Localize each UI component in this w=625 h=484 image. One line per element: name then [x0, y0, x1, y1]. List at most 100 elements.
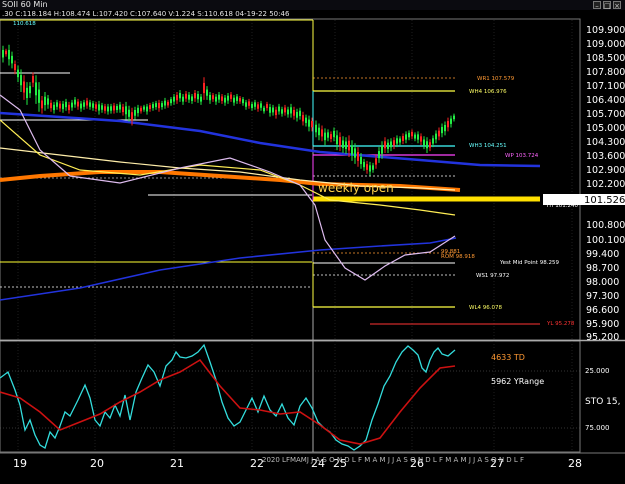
candle-body	[113, 105, 115, 111]
price-tick-label: 100.100	[586, 235, 625, 246]
candle-body	[315, 124, 317, 133]
candle-body	[414, 134, 416, 139]
candle-body	[194, 93, 196, 99]
candle-body	[170, 99, 172, 104]
candle-body	[299, 110, 301, 117]
candle-body	[131, 112, 133, 121]
candle-body	[182, 96, 184, 102]
level-wh4: WH4 106.976	[469, 89, 507, 95]
price-tick-label: 105.700	[586, 109, 625, 120]
candle-body	[128, 109, 130, 117]
candle-body	[257, 104, 259, 109]
candle-body	[98, 104, 100, 111]
price-tick-label: 109.000	[586, 39, 625, 50]
candle-body	[318, 127, 320, 136]
candle-body	[224, 97, 226, 103]
level-wr1: WR1 107.579	[477, 76, 515, 82]
candle-body	[215, 96, 217, 102]
candle-body	[158, 102, 160, 109]
candle-body	[71, 102, 73, 108]
candle-body	[83, 102, 85, 107]
sto-label: STO 15,	[585, 397, 620, 407]
price-tick-label: 103.600	[586, 151, 625, 162]
candle-body	[47, 98, 49, 105]
candle-body	[399, 138, 401, 143]
candle-body	[197, 93, 199, 100]
price-tick-label: 95.200	[586, 332, 619, 343]
candle-body	[53, 104, 55, 111]
level-ws1: WS1 97.972	[476, 273, 509, 279]
candle-body	[173, 96, 175, 102]
candle-body	[218, 94, 220, 100]
month-strip: 2020 LFMAMJ J A S O N D L F M A M J J A …	[262, 456, 524, 464]
level-wp: WP 103.724	[505, 153, 539, 159]
candle-body	[444, 124, 446, 132]
candle-body	[327, 132, 329, 138]
level-wl4: WL4 96.078	[469, 305, 502, 311]
price-tick-label: 106.400	[586, 95, 625, 106]
weekly-open-label: weekly open	[318, 181, 394, 195]
candle-body	[188, 94, 190, 100]
candle-body	[209, 94, 211, 101]
candle-body	[26, 87, 28, 99]
time-tick-label: 20	[90, 457, 104, 470]
candle-body	[110, 106, 112, 111]
candle-body	[203, 82, 205, 94]
candle-body	[44, 96, 46, 106]
price-tick-label: 97.300	[586, 291, 619, 302]
candle-body	[369, 165, 371, 172]
price-chart[interactable]: 109.900 109.000 108.500 107.800 107.100 106.4…	[0, 0, 625, 484]
price-tick-label: 107.800	[586, 67, 625, 78]
candle-body	[305, 117, 307, 123]
candle-body	[140, 107, 142, 112]
candle-body	[387, 142, 389, 149]
candle-body	[324, 132, 326, 141]
candle-body	[155, 103, 157, 108]
candle-body	[354, 148, 356, 158]
candle-body	[269, 107, 271, 113]
candle-body	[447, 121, 449, 128]
candle-body	[372, 165, 374, 170]
candle-body	[287, 109, 289, 115]
price-tick-label: 108.500	[586, 53, 625, 64]
candle-body	[381, 145, 383, 154]
candle-body	[227, 95, 229, 101]
price-tick-label: 102.900	[586, 165, 625, 176]
candle-body	[438, 130, 440, 137]
candle-body	[146, 106, 148, 112]
candle-body	[293, 109, 295, 116]
candle-body	[321, 129, 323, 137]
candle-body	[450, 118, 452, 124]
candle-body	[62, 103, 64, 110]
level-yl: YL 95.278	[546, 321, 575, 327]
candle-body	[245, 102, 247, 107]
candle-body	[200, 96, 202, 102]
candle-body	[161, 103, 163, 108]
candle-body	[176, 94, 178, 101]
candle-body	[107, 106, 109, 112]
td-counter: 4633 TD	[491, 353, 525, 362]
candle-body	[8, 49, 10, 60]
candle-body	[179, 93, 181, 99]
candle-body	[311, 121, 313, 128]
yrange-counter: 5962 YRange	[491, 377, 544, 386]
candle-body	[95, 104, 97, 109]
candle-body	[80, 103, 82, 109]
candle-body	[20, 75, 22, 86]
candle-body	[254, 102, 256, 107]
candle-body	[417, 134, 419, 140]
candle-body	[378, 151, 380, 159]
candle-body	[423, 139, 425, 146]
candle-body	[348, 140, 350, 151]
candle-body	[167, 101, 169, 106]
price-tick-label: 109.900	[586, 25, 625, 36]
candle-body	[119, 104, 121, 110]
candle-body	[149, 105, 151, 110]
candle-body	[366, 164, 368, 170]
candle-body	[29, 86, 31, 94]
candle-body	[14, 63, 16, 71]
candle-body	[92, 103, 94, 108]
candle-body	[56, 102, 58, 107]
price-tick-label: 98.000	[586, 277, 619, 288]
candle-body	[405, 134, 407, 140]
